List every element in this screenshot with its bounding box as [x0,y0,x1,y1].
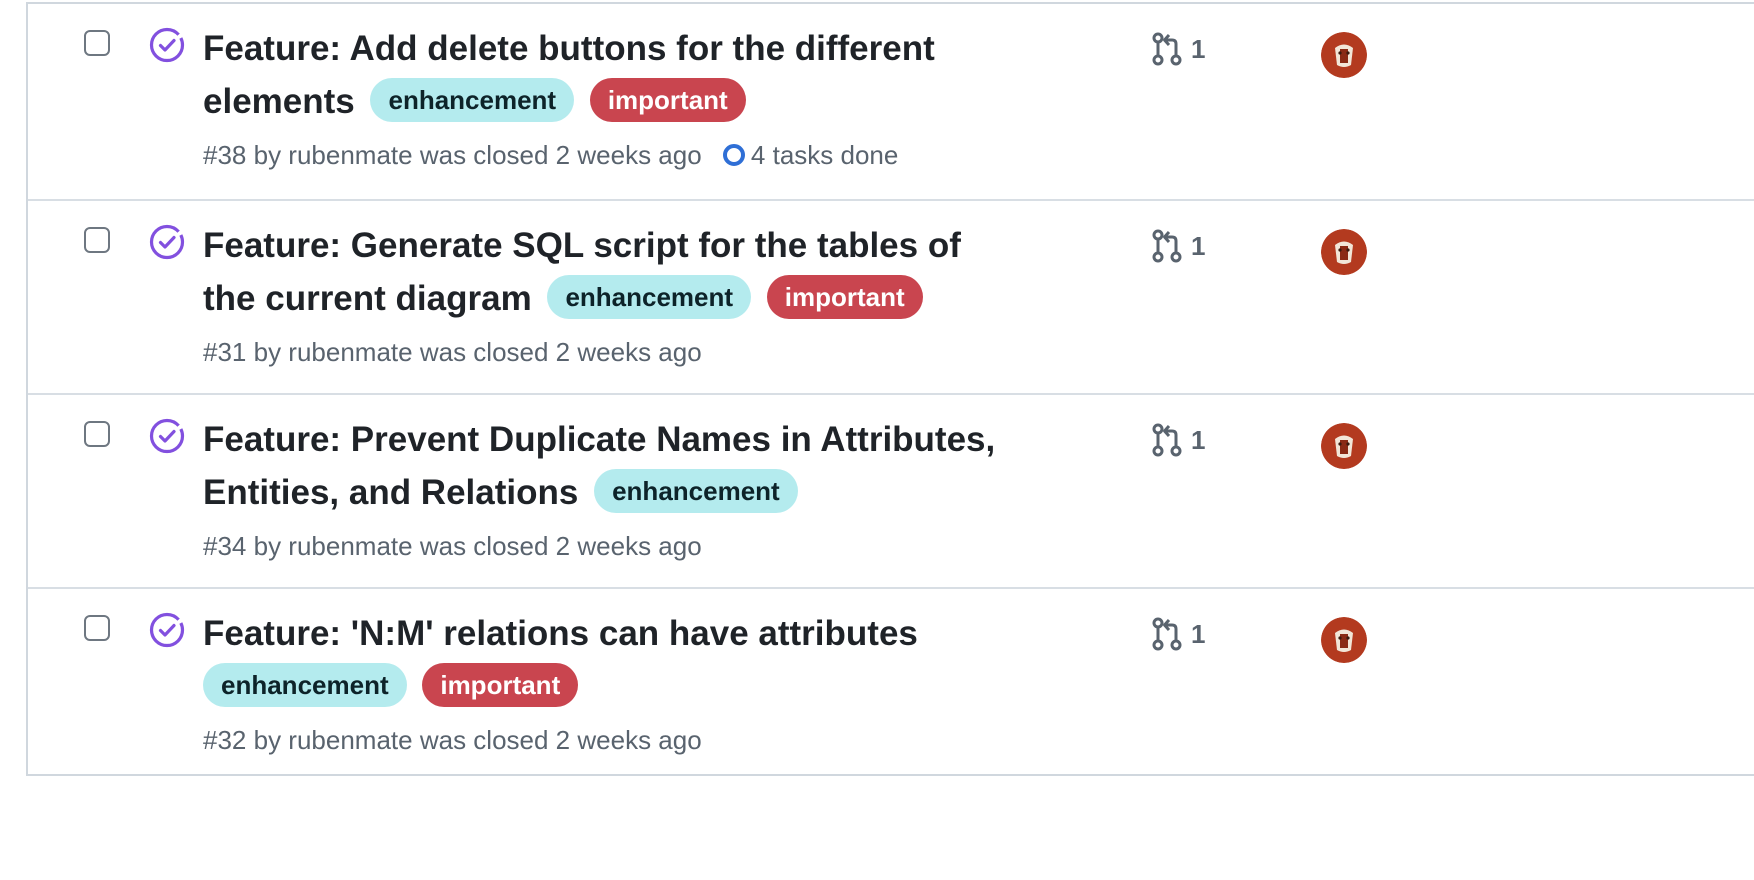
issue-title-link[interactable]: Entities, and Relations [203,473,578,512]
pull-request-icon [1152,423,1182,457]
issue-main: Feature: Add delete buttons for the diff… [203,22,1063,172]
issue-row: Feature: 'N:M' relations can have attrib… [28,589,1754,774]
issue-row: Feature: Add delete buttons for the diff… [28,4,1754,201]
issue-list: Feature: Add delete buttons for the diff… [26,2,1754,776]
completed-issue-icon [149,27,185,63]
label-enhancement[interactable]: enhancement [370,78,575,122]
task-progress-text: 4 tasks done [750,140,899,170]
linked-pull-request[interactable]: 1 [1151,229,1205,263]
issue-row: Feature: Prevent Duplicate Names in Attr… [28,395,1754,589]
assignee-avatar[interactable] [1321,423,1367,469]
pull-request-icon [1152,32,1182,66]
issue-author[interactable]: by rubenmate [254,725,413,755]
pull-request-count: 1 [1191,34,1206,64]
issue-title-block: Feature: 'N:M' relations can have attrib… [203,607,1063,713]
issue-meta: #38 by rubenmate was closed 2 weeks ago … [203,138,1063,172]
issue-title-link[interactable]: Feature: 'N:M' relations can have attrib… [203,614,918,653]
pull-request-count: 1 [1191,619,1206,649]
issue-status-text: was closed 2 weeks ago [419,140,702,170]
issue-number[interactable]: #34 [203,531,246,561]
label-important[interactable]: important [422,663,579,707]
issue-title-link[interactable]: the current diagram [203,279,532,318]
issue-status-text: was closed 2 weeks ago [419,337,702,367]
issue-number[interactable]: #38 [203,140,246,170]
issue-main: Feature: Generate SQL script for the tab… [203,219,1063,369]
issue-main: Feature: Prevent Duplicate Names in Attr… [203,413,1063,563]
issue-number[interactable]: #32 [203,725,246,755]
label-enhancement[interactable]: enhancement [547,275,752,319]
issue-meta: #31 by rubenmate was closed 2 weeks ago [203,335,1063,369]
issue-title-link[interactable]: Feature: Add delete buttons for the diff… [203,29,935,68]
issue-title-link[interactable]: Feature: Generate SQL script for the tab… [203,226,961,265]
issue-title-block: Feature: Add delete buttons for the diff… [203,22,1063,128]
issue-author[interactable]: by rubenmate [254,531,413,561]
label-important[interactable]: important [589,78,746,122]
assignee-avatar[interactable] [1321,32,1367,78]
issue-author[interactable]: by rubenmate [254,337,413,367]
pull-request-count: 1 [1191,425,1206,455]
pull-request-icon [1152,617,1182,651]
select-issue-checkbox[interactable] [84,30,110,56]
label-enhancement[interactable]: enhancement [203,663,407,707]
label-enhancement[interactable]: enhancement [594,469,798,513]
assignee-avatar[interactable] [1321,229,1367,275]
completed-issue-icon [149,418,185,454]
issue-title-block: Feature: Generate SQL script for the tab… [203,219,1063,325]
pull-request-count: 1 [1191,231,1206,261]
label-important[interactable]: important [766,275,923,319]
issue-meta: #32 by rubenmate was closed 2 weeks ago [203,723,1063,757]
task-progress[interactable]: 4 tasks done [722,138,899,172]
issue-main: Feature: 'N:M' relations can have attrib… [203,607,1063,757]
pull-request-icon [1152,229,1182,263]
issue-row: Feature: Generate SQL script for the tab… [28,201,1754,395]
select-issue-checkbox[interactable] [84,421,110,447]
select-issue-checkbox[interactable] [84,615,110,641]
linked-pull-request[interactable]: 1 [1151,423,1205,457]
issue-number[interactable]: #31 [203,337,246,367]
completed-issue-icon [149,612,185,648]
completed-issue-icon [149,224,185,260]
issue-status-text: was closed 2 weeks ago [419,531,702,561]
issue-title-block: Feature: Prevent Duplicate Names in Attr… [203,413,1063,519]
issue-author[interactable]: by rubenmate [254,140,413,170]
assignee-avatar[interactable] [1321,617,1367,663]
select-issue-checkbox[interactable] [84,227,110,253]
issue-status-text: was closed 2 weeks ago [419,725,702,755]
issue-title-link[interactable]: elements [203,82,355,121]
linked-pull-request[interactable]: 1 [1151,617,1205,651]
issue-title-link[interactable]: Feature: Prevent Duplicate Names in Attr… [203,420,995,459]
linked-pull-request[interactable]: 1 [1151,32,1205,66]
task-progress-icon [722,144,745,166]
issue-meta: #34 by rubenmate was closed 2 weeks ago [203,529,1063,563]
